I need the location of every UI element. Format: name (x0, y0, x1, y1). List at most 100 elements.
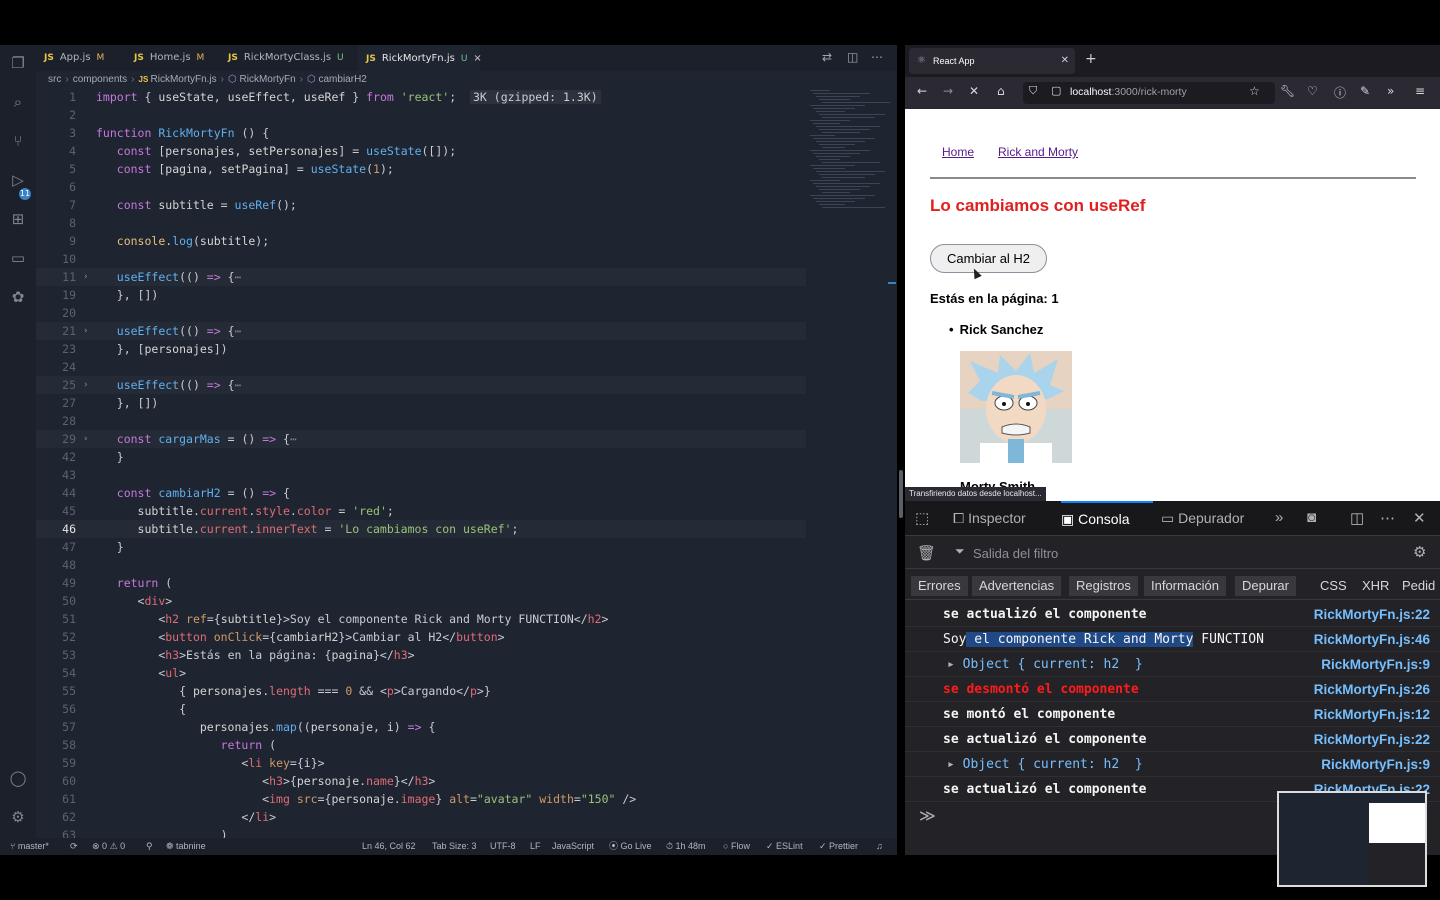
expand-triangle-icon[interactable]: ▸ (947, 757, 963, 772)
code-line[interactable]: 9 console.log(subtitle); (36, 232, 806, 250)
language-mode[interactable]: JavaScript (552, 838, 594, 855)
filter-warnings[interactable]: Advertencias (972, 576, 1062, 596)
cambiar-h2-button[interactable]: Cambiar al H2 (930, 244, 1047, 273)
message-source-link[interactable]: RickMortyFn.js:22 (1314, 727, 1430, 752)
fold-chevron-icon[interactable]: › (83, 268, 88, 286)
back-icon[interactable]: ← (917, 84, 927, 98)
dock-mode-icon[interactable]: ◫ (1350, 509, 1364, 527)
nav-link-home[interactable]: Home (942, 145, 974, 159)
code-line[interactable]: 24 (36, 358, 806, 376)
code-line[interactable]: 19 }, []) (36, 286, 806, 304)
code-line[interactable]: 58 return ( (36, 736, 806, 754)
breadcrumb-item[interactable]: RickMortyFn.js (151, 74, 217, 85)
editor-scrollbar[interactable] (899, 470, 903, 518)
end-of-line[interactable]: LF (530, 838, 541, 855)
code-line[interactable]: 45 subtitle.current.style.color = 'red'; (36, 502, 806, 520)
filter-debug[interactable]: Depurar (1235, 576, 1296, 596)
fold-chevron-icon[interactable]: › (83, 430, 88, 448)
tabnine-indicator[interactable]: ❁ tabnine (166, 838, 206, 855)
console-message[interactable]: Soy el componente Rick and Morty FUNCTIO… (905, 627, 1440, 652)
code-line[interactable]: 1 import { useState, useEffect, useRef } … (36, 88, 806, 106)
code-line[interactable]: 5 const [pagina, setPagina] = useState(1… (36, 160, 806, 178)
breadcrumb-item[interactable]: cambiarH2 (319, 74, 367, 85)
page-info-icon[interactable]: ▢ (1051, 84, 1061, 97)
encoding[interactable]: UTF-8 (490, 838, 516, 855)
code-line[interactable]: 6 (36, 178, 806, 196)
git-icon[interactable]: ⚲ (146, 838, 153, 855)
filter-xhr[interactable]: XHR (1355, 576, 1396, 596)
code-line[interactable]: 46 subtitle.current.innerText = 'Lo camb… (36, 520, 806, 538)
split-editor-icon[interactable]: ◫ (847, 50, 858, 64)
home-icon[interactable]: ⌂ (997, 84, 1005, 98)
folder-icon[interactable]: ▭ (8, 248, 28, 268)
code-line[interactable]: 42 } (36, 448, 806, 466)
code-line[interactable]: 62 </li> (36, 808, 806, 826)
pocket-icon[interactable]: ♡ (1307, 84, 1318, 98)
close-tab-icon[interactable]: ✕ (1061, 48, 1069, 74)
fold-chevron-icon[interactable]: › (83, 376, 88, 394)
minimap[interactable] (810, 88, 890, 208)
console-message[interactable]: se desmontó el componente RickMortyFn.js:… (905, 677, 1440, 702)
forward-icon[interactable]: → (943, 84, 953, 98)
problems-indicator[interactable]: ⊗ 0 ⚠ 0 (92, 838, 125, 855)
browser-tab-react-app[interactable]: ⚛ React App ✕ (909, 48, 1075, 74)
filter-logs[interactable]: Registros (1069, 576, 1138, 596)
more-actions-icon[interactable]: ⋯ (871, 50, 883, 64)
code-line[interactable]: 63 ) (36, 826, 806, 838)
code-line[interactable]: 2 (36, 106, 806, 124)
message-source-link[interactable]: RickMortyFn.js:9 (1321, 752, 1430, 777)
code-line[interactable]: 48 (36, 556, 806, 574)
stop-loading-icon[interactable]: ✕ (969, 84, 979, 98)
code-line[interactable]: 25 › useEffect(() => {⋯ (36, 376, 806, 394)
code-line[interactable]: 28 (36, 412, 806, 430)
compare-changes-icon[interactable]: ⇄ (822, 50, 832, 64)
code-line[interactable]: 23 }, [personajes]) (36, 340, 806, 358)
run-debug-icon[interactable]: ▷ (8, 170, 28, 190)
eslint-indicator[interactable]: ✓ ESLint (766, 838, 803, 855)
code-line[interactable]: 61 <img src={personaje.image} alt="avata… (36, 790, 806, 808)
overflow-chevrons-icon[interactable]: » (1387, 84, 1394, 98)
wrench-icon[interactable]: 🔧︎ (1280, 84, 1295, 98)
sync-icon[interactable]: ⟳ (70, 838, 78, 855)
console-message[interactable]: ▸ Object { current: h2 } RickMortyFn.js:9 (905, 652, 1440, 677)
filter-errors[interactable]: Errores (911, 576, 968, 596)
breadcrumb-item[interactable]: src (48, 74, 61, 85)
close-devtools-icon[interactable]: ✕ (1413, 509, 1426, 527)
code-line[interactable]: 54 <ul> (36, 664, 806, 682)
code-line[interactable]: 29 › const cargarMas = () => {⋯ (36, 430, 806, 448)
new-tab-icon[interactable]: + (1085, 51, 1097, 67)
code-line[interactable]: 3 function RickMortyFn () { (36, 124, 806, 142)
message-source-link[interactable]: RickMortyFn.js:46 (1314, 627, 1430, 652)
code-editor[interactable]: 1 import { useState, useEffect, useRef } … (36, 88, 816, 838)
filter-input[interactable]: Salida del filtro (973, 546, 1058, 561)
tab-inspector[interactable]: ⧠ Inspector (953, 501, 1026, 536)
tab-rickmortyfn-js[interactable]: JS RickMortyFn.js U × (358, 45, 482, 71)
notifications-bell-icon[interactable]: ♫ (876, 838, 883, 855)
window-preview-thumbnail[interactable] (1277, 791, 1427, 887)
console-message[interactable]: se actualizó el componente RickMortyFn.js… (905, 602, 1440, 627)
message-source-link[interactable]: RickMortyFn.js:26 (1314, 677, 1430, 702)
go-live-button[interactable]: ⦿ Go Live (609, 838, 652, 855)
code-line[interactable]: 8 (36, 214, 806, 232)
code-line[interactable]: 50 <div> (36, 592, 806, 610)
tab-rickmortyclass-js[interactable]: JS RickMortyClass.js U (220, 45, 344, 71)
breadcrumb-item[interactable]: components (73, 74, 127, 85)
paw-icon[interactable]: ✿ (8, 287, 28, 307)
tab-app-js[interactable]: JS App.js M (36, 45, 114, 71)
message-source-link[interactable]: RickMortyFn.js:9 (1321, 652, 1430, 677)
branch-indicator[interactable]: ⑂ master* (10, 838, 49, 855)
cursor-position[interactable]: Ln 46, Col 62 (362, 838, 416, 855)
filter-requests[interactable]: Pedid (1395, 576, 1440, 596)
tab-home-js[interactable]: JS Home.js M (126, 45, 212, 71)
eyedropper-icon[interactable]: ✎ (1360, 84, 1370, 98)
devtools-menu-icon[interactable]: ⋯ (1380, 509, 1395, 527)
code-line[interactable]: 21 › useEffect(() => {⋯ (36, 322, 806, 340)
code-line[interactable]: 20 (36, 304, 806, 322)
element-picker-icon[interactable]: ⬚ (915, 509, 929, 527)
console-message[interactable]: se montó el componente RickMortyFn.js:12 (905, 702, 1440, 727)
code-line[interactable]: 7 const subtitle = useRef(); (36, 196, 806, 214)
flow-indicator[interactable]: ○ Flow (723, 838, 750, 855)
filter-css[interactable]: CSS (1313, 576, 1354, 596)
hamburger-menu-icon[interactable]: ≡ (1415, 84, 1425, 98)
more-tools-chevrons-icon[interactable]: » (1275, 509, 1283, 526)
